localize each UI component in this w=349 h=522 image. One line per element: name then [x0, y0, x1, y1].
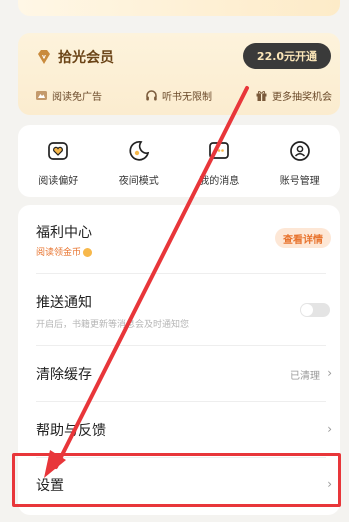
perk-label: 阅读免广告 [52, 92, 102, 103]
row-title: 推送通知 [36, 295, 92, 311]
view-details-button[interactable]: 查看详情 [275, 228, 331, 248]
top-banner [18, 0, 340, 16]
row-title: 清除缓存 [36, 367, 92, 383]
tool-label: 夜间模式 [118, 176, 159, 187]
tool-account-management[interactable]: 账号管理 [260, 125, 341, 197]
row-welfare-center[interactable]: 福利中心 阅读领金币 查看详情 [18, 205, 340, 263]
account-icon [289, 141, 310, 161]
row-title: 设置 [36, 478, 64, 494]
chevron-right-icon: › [327, 422, 332, 436]
row-push-notification: 推送通知 开启后，书籍更新等消息会及时通知您 [18, 273, 340, 345]
chevron-right-icon: › [327, 366, 332, 380]
row-settings[interactable]: 设置 › [18, 457, 340, 511]
coin-icon [83, 248, 93, 257]
perk-lottery: 更多抽奖机会 [255, 88, 332, 103]
tool-label: 我的消息 [199, 176, 240, 187]
row-sub: 阅读领金币 [36, 245, 93, 258]
perk-audio: 听书无限制 [145, 88, 212, 103]
chevron-right-icon: › [327, 477, 332, 491]
headphones-icon [146, 90, 157, 101]
heart-book-icon [48, 142, 69, 160]
row-help-feedback[interactable]: 帮助与反馈 › [18, 401, 340, 457]
vip-open-button[interactable]: 22.0元开通 [243, 43, 331, 69]
push-toggle[interactable] [300, 303, 330, 317]
row-title: 帮助与反馈 [36, 423, 106, 439]
row-title: 福利中心 [36, 225, 92, 241]
tool-my-messages[interactable]: 我的消息 [179, 125, 260, 197]
row-clear-cache[interactable]: 清除缓存 已清理 › [18, 345, 340, 401]
settings-list: 福利中心 阅读领金币 查看详情 推送通知 开启后，书籍更新等消息会及时通知您 清… [18, 205, 340, 515]
row-sub: 开启后，书籍更新等消息会及时通知您 [36, 320, 190, 330]
vip-diamond-icon: v [38, 50, 50, 64]
svg-text:v: v [42, 54, 46, 61]
cache-status: 已清理 [290, 371, 320, 382]
message-icon [209, 142, 230, 159]
perk-ad-free: 阅读免广告 [35, 88, 102, 103]
perk-label: 听书无限制 [162, 92, 212, 103]
ad-free-icon [36, 91, 47, 100]
welfare-sub-label: 阅读领金币 [36, 248, 82, 258]
tool-night-mode[interactable]: 夜间模式 [99, 125, 180, 197]
tool-label: 账号管理 [279, 176, 320, 187]
vip-title: 拾光会员 [58, 50, 114, 66]
tool-reading-preference[interactable]: 阅读偏好 [18, 125, 99, 197]
vip-perks: 阅读免广告 听书无限制 更多抽奖机会 [35, 88, 332, 103]
vip-title-row: v 拾光会员 [35, 47, 114, 67]
perk-label: 更多抽奖机会 [272, 92, 332, 103]
toggle-knob [301, 304, 313, 316]
tool-label: 阅读偏好 [38, 176, 79, 187]
gift-icon [256, 91, 267, 101]
tools-card: 阅读偏好 夜间模式 我的消息 账号管理 [18, 125, 340, 197]
moon-icon [129, 141, 149, 161]
vip-card[interactable]: v 拾光会员 22.0元开通 阅读免广告 听书无限制 更多抽奖机会 [18, 33, 340, 115]
